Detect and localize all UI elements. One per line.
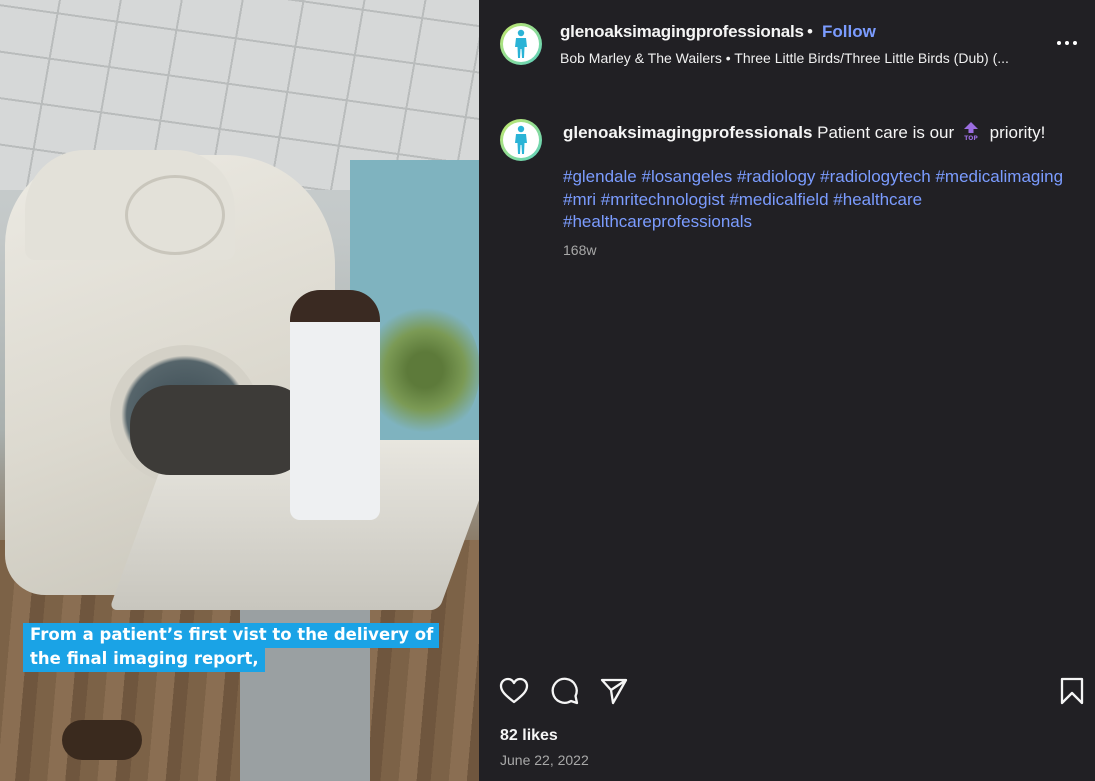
comment-icon[interactable] — [550, 676, 580, 706]
post-age: 168w — [563, 242, 597, 258]
action-bar — [499, 676, 1084, 706]
hashtag-link[interactable]: #healthcare — [833, 190, 922, 209]
post-side-panel: glenoaksimagingprofessionals • Follow Bo… — [479, 0, 1095, 781]
patient — [130, 385, 310, 475]
human-figure-icon — [515, 125, 527, 154]
header-separator: • — [807, 22, 813, 41]
profile-avatar[interactable] — [500, 23, 542, 65]
hashtag-list: #glendale #losangeles #radiology #radiol… — [563, 166, 1087, 234]
music-attribution[interactable]: Bob Marley & The Wailers • Three Little … — [560, 50, 1009, 66]
hashtag-link[interactable]: #healthcareprofessionals — [563, 212, 752, 231]
hashtag-link[interactable]: #glendale — [563, 167, 637, 186]
technologist — [290, 290, 380, 520]
follow-button[interactable]: Follow — [822, 22, 876, 42]
caption-avatar[interactable] — [500, 119, 542, 161]
human-figure-icon — [515, 29, 527, 58]
dot — [1057, 41, 1061, 45]
top-arrow-icon: TOP — [963, 122, 978, 141]
header-username[interactable]: glenoaksimagingprofessionals — [560, 22, 804, 42]
plant — [370, 300, 479, 440]
svg-text:TOP: TOP — [964, 135, 978, 141]
avatar-image — [503, 26, 539, 62]
caption-text: glenoaksimagingprofessionals Patient car… — [563, 121, 1087, 144]
video-caption-line-2: the final imaging report, — [23, 647, 265, 672]
hashtag-link[interactable]: #radiology — [737, 167, 815, 186]
caption-username[interactable]: glenoaksimagingprofessionals — [563, 123, 812, 142]
caption-body-end: priority! — [989, 123, 1046, 142]
hashtag-link[interactable]: #radiologytech — [820, 167, 931, 186]
hashtag-link[interactable]: #medicalimaging — [935, 167, 1063, 186]
sandals — [62, 720, 142, 760]
share-icon[interactable] — [599, 676, 629, 706]
post-date[interactable]: June 22, 2022 — [500, 752, 589, 768]
avatar-image — [503, 122, 539, 158]
hashtag-link[interactable]: #mritechnologist — [601, 190, 725, 209]
bookmark-icon[interactable] — [1057, 676, 1087, 706]
heart-icon[interactable] — [499, 676, 529, 706]
caption-body-start: Patient care is our — [817, 123, 955, 142]
dot — [1073, 41, 1077, 45]
hashtag-link[interactable]: #mri — [563, 190, 596, 209]
hashtag-link[interactable]: #losangeles — [641, 167, 732, 186]
more-options-icon[interactable] — [1057, 33, 1081, 53]
dot — [1065, 41, 1069, 45]
ge-logo — [125, 175, 225, 255]
video-caption-line-1: From a patient’s first vist to the deliv… — [23, 623, 440, 648]
post-media[interactable]: From a patient’s first vist to the deliv… — [0, 0, 479, 781]
likes-count[interactable]: 82 likes — [500, 727, 558, 745]
hashtag-link[interactable]: #medicalfield — [729, 190, 828, 209]
